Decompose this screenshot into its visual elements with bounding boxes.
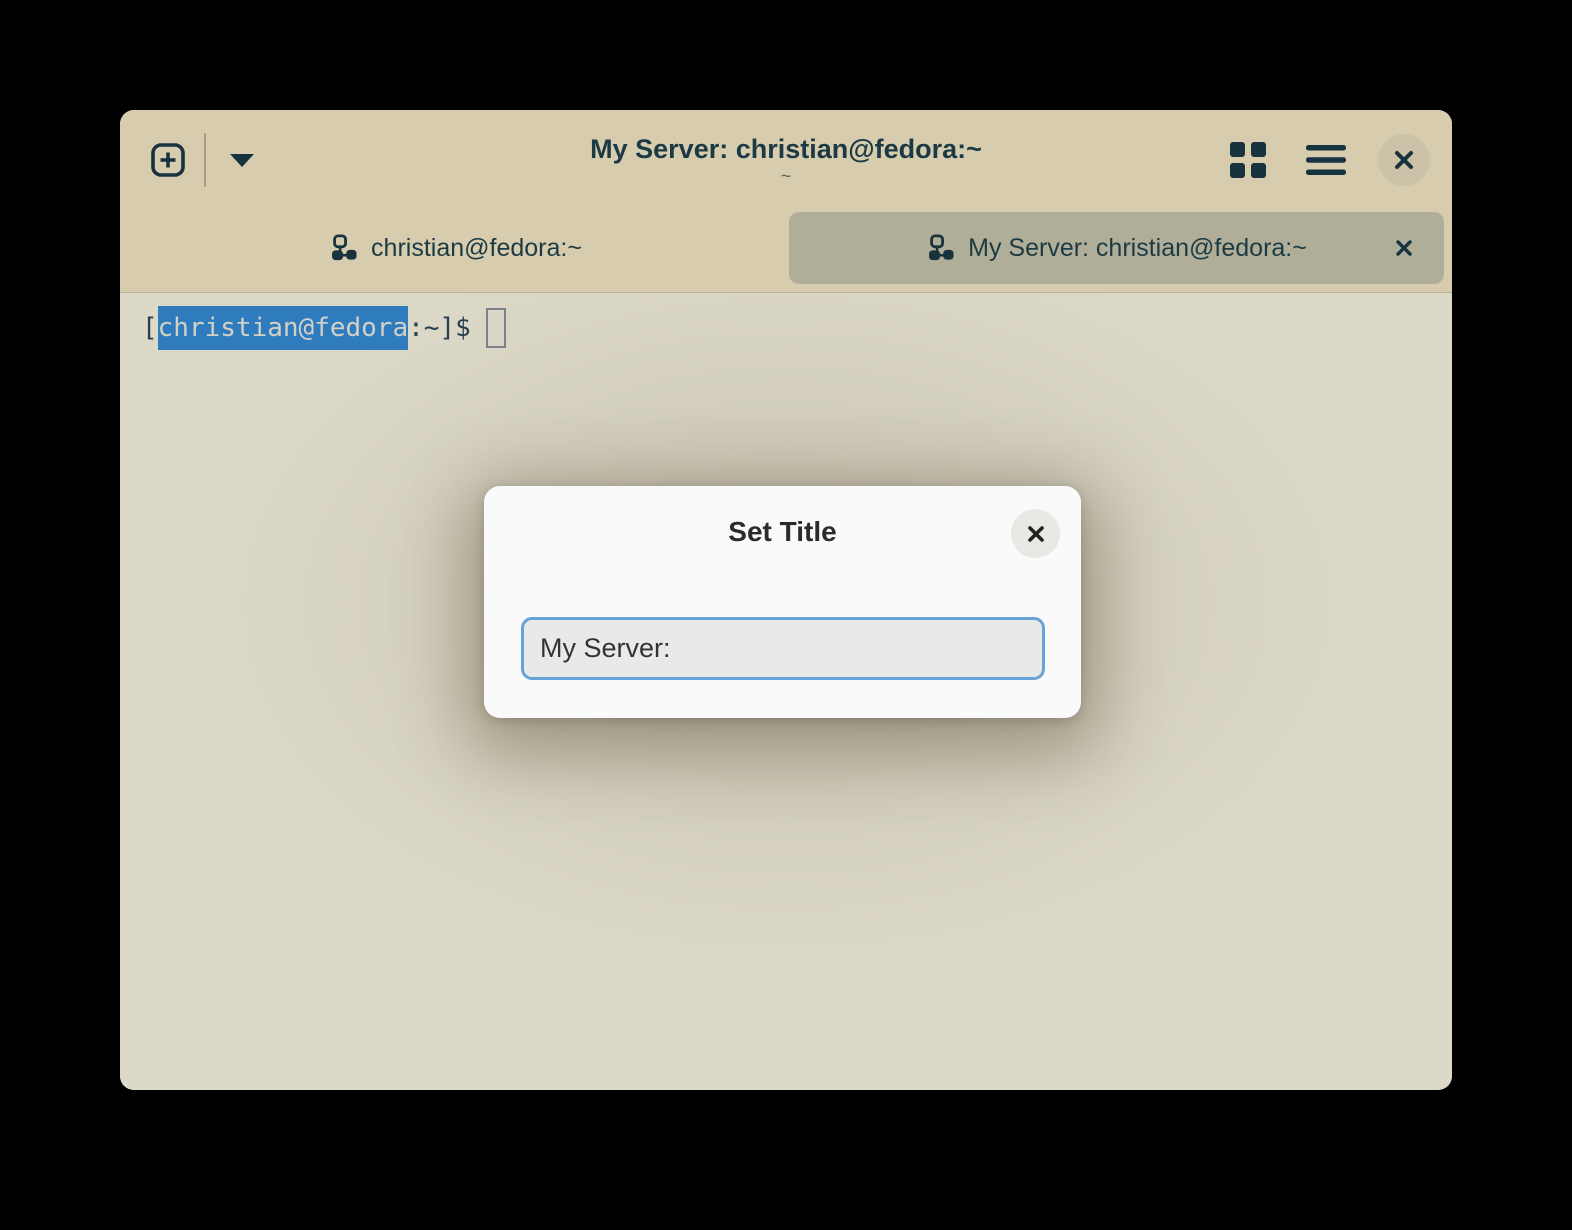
prompt-prefix: [ xyxy=(142,306,158,350)
header-bar: My Server: christian@fedora:~ ~ xyxy=(120,110,1452,293)
tab-label: My Server: christian@fedora:~ xyxy=(968,234,1307,263)
new-tab-button[interactable] xyxy=(142,134,194,186)
title-row: My Server: christian@fedora:~ ~ xyxy=(120,110,1452,210)
grid-icon xyxy=(1230,142,1266,178)
tab-strip: christian@fedora:~ My Server: christian@… xyxy=(128,212,1444,284)
close-icon xyxy=(1025,523,1047,545)
tab-my-server[interactable]: My Server: christian@fedora:~ xyxy=(789,212,1444,284)
chevron-down-icon xyxy=(229,153,255,168)
tab-menu-button[interactable] xyxy=(216,134,268,186)
close-icon xyxy=(1394,238,1414,258)
window-title: My Server: christian@fedora:~ xyxy=(590,133,982,165)
header-left-controls xyxy=(142,110,268,210)
prompt-suffix: :~]$ xyxy=(408,306,471,350)
shell-prompt: [christian@fedora:~]$ xyxy=(142,306,506,350)
hamburger-icon xyxy=(1306,144,1346,176)
network-session-icon xyxy=(926,234,954,262)
dialog-close-button[interactable] xyxy=(1011,509,1060,558)
prompt-selected-text: christian@fedora xyxy=(158,306,408,350)
title-input[interactable] xyxy=(521,617,1045,680)
network-session-icon xyxy=(329,234,357,262)
tab-close-button[interactable] xyxy=(1384,228,1424,268)
tab-overview-button[interactable] xyxy=(1222,134,1274,186)
window-subtitle: ~ xyxy=(781,167,792,187)
main-menu-button[interactable] xyxy=(1300,134,1352,186)
close-icon xyxy=(1392,148,1416,172)
new-tab-plus-icon xyxy=(150,142,186,178)
tab-label: christian@fedora:~ xyxy=(371,234,582,263)
header-separator xyxy=(204,133,206,187)
header-right-controls xyxy=(1222,110,1430,210)
header-bottom-divider xyxy=(120,292,1452,293)
window-close-button[interactable] xyxy=(1378,134,1430,186)
tab-christian-fedora[interactable]: christian@fedora:~ xyxy=(128,212,783,284)
terminal-cursor xyxy=(486,308,506,348)
dialog-title: Set Title xyxy=(484,516,1081,548)
set-title-dialog: Set Title xyxy=(484,486,1081,718)
